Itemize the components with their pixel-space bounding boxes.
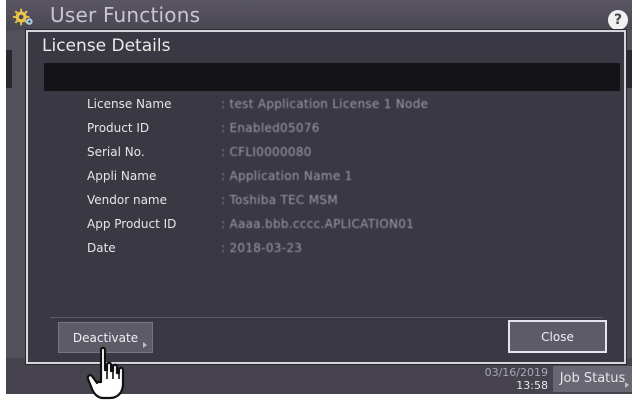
background-tab-right [626,50,632,88]
job-status-button[interactable]: Job Status [553,366,632,392]
detail-row-date: Date : 2018-03-23 [87,238,607,258]
detail-label: Product ID [87,121,150,135]
detail-value: : Aaaa.bbb.cccc.APLICATION01 [221,217,415,231]
close-label: Close [541,330,574,344]
detail-label: License Name [87,97,172,111]
pointing-hand-icon [86,346,125,400]
detail-label: Serial No. [87,145,145,159]
detail-row-serial-no: Serial No. : CFLI0000080 [87,142,607,162]
clock-date: 03/16/2019 [484,366,548,379]
clock-time: 13:58 [516,379,548,392]
job-status-label: Job Status [559,371,626,386]
detail-row-vendor-name: Vendor name : Toshiba TEC MSM [87,190,607,210]
dialog-header-bar [44,63,620,91]
detail-row-product-id: Product ID : Enabled05076 [87,118,607,138]
detail-value: : Toshiba TEC MSM [221,193,338,207]
help-icon[interactable]: ? [608,10,628,30]
detail-row-license-name: License Name : test Application License … [87,94,607,114]
clock: 03/16/2019 13:58 [452,366,548,392]
detail-value: : CFLI0000080 [221,145,312,159]
window-title: User Functions [50,3,201,27]
close-button[interactable]: Close [508,320,607,353]
deactivate-label: Deactivate [72,331,139,345]
detail-label: Date [87,241,116,255]
gear-icon [12,8,33,26]
detail-value: : Enabled05076 [221,121,320,135]
device-screen: User Functions ? 03/16/2019 13:58 Job St… [6,0,632,394]
detail-label: Appli Name [87,169,157,183]
license-details-dialog: License Details License Name : test Appl… [26,30,626,364]
detail-label: App Product ID [87,217,177,231]
triangle-icon [625,382,629,388]
dialog-divider [50,317,603,318]
triangle-icon [143,342,147,348]
detail-label: Vendor name [87,193,168,207]
background-tab-left [6,50,12,88]
detail-value: : 2018-03-23 [221,241,303,255]
detail-value: : test Application License 1 Node [221,97,429,111]
detail-row-app-product-id: App Product ID : Aaaa.bbb.cccc.APLICATIO… [87,214,607,234]
detail-value: : Application Name 1 [221,169,353,183]
dialog-title: License Details [42,36,171,56]
title-bar: User Functions ? [6,0,632,30]
detail-row-appli-name: Appli Name : Application Name 1 [87,166,607,186]
